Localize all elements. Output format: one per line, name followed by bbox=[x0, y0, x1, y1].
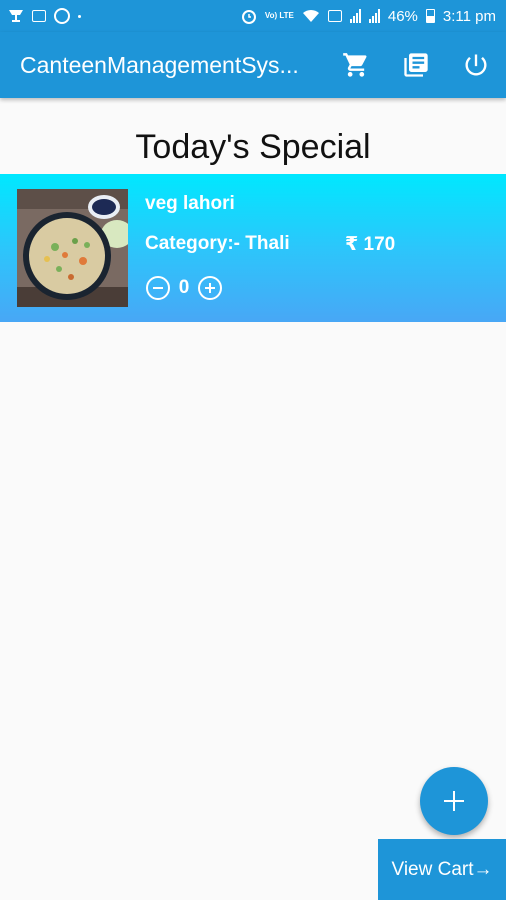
download-icon bbox=[8, 9, 24, 23]
status-left bbox=[8, 8, 81, 24]
page-title: Today's Special bbox=[135, 128, 371, 166]
decrease-quantity-button[interactable] bbox=[146, 276, 170, 300]
food-image bbox=[17, 189, 128, 307]
volte-icon: Vo) LTE bbox=[264, 11, 294, 20]
quantity-stepper: 0 bbox=[146, 276, 222, 300]
sim-icon bbox=[32, 10, 46, 22]
plus-icon bbox=[444, 791, 464, 811]
increase-quantity-button[interactable] bbox=[198, 276, 222, 300]
app-bar-actions bbox=[326, 32, 506, 98]
item-category: Category:- Thali bbox=[145, 233, 290, 254]
plus-icon-stem bbox=[209, 283, 211, 293]
dot-icon bbox=[78, 14, 81, 18]
orders-icon bbox=[404, 53, 428, 77]
data-icon bbox=[327, 10, 342, 22]
signal-icon bbox=[349, 9, 361, 23]
item-price: ₹ 170 bbox=[345, 234, 396, 255]
cart-button[interactable] bbox=[326, 32, 386, 98]
status-bar: Vo) LTE 46% 3:11 pm bbox=[0, 0, 506, 32]
clock: 3:11 pm bbox=[442, 7, 496, 25]
menu-item-card[interactable]: veg lahori Category:- Thali ₹ 170 0 bbox=[0, 174, 506, 322]
alarm-icon bbox=[241, 8, 257, 24]
status-right: Vo) LTE 46% 3:11 pm bbox=[241, 8, 496, 25]
add-item-fab[interactable] bbox=[420, 767, 488, 835]
plus-icon-stem bbox=[453, 791, 455, 811]
minus-icon bbox=[153, 287, 163, 289]
logout-button[interactable] bbox=[446, 32, 506, 98]
power-icon bbox=[465, 54, 487, 76]
battery-percent: 46% bbox=[387, 7, 418, 25]
signal-icon bbox=[368, 9, 380, 23]
item-name: veg lahori bbox=[145, 193, 235, 214]
battery-icon bbox=[425, 9, 435, 23]
wifi-icon bbox=[302, 9, 320, 23]
view-cart-button[interactable]: View Cart→ bbox=[378, 839, 506, 900]
cart-icon bbox=[343, 53, 367, 77]
app-bar: CanteenManagementSys... bbox=[0, 32, 506, 98]
orders-button[interactable] bbox=[386, 32, 446, 98]
quantity-value: 0 bbox=[178, 277, 190, 298]
app-title: CanteenManagementSys... bbox=[20, 51, 299, 78]
whatsapp-icon bbox=[54, 8, 70, 24]
